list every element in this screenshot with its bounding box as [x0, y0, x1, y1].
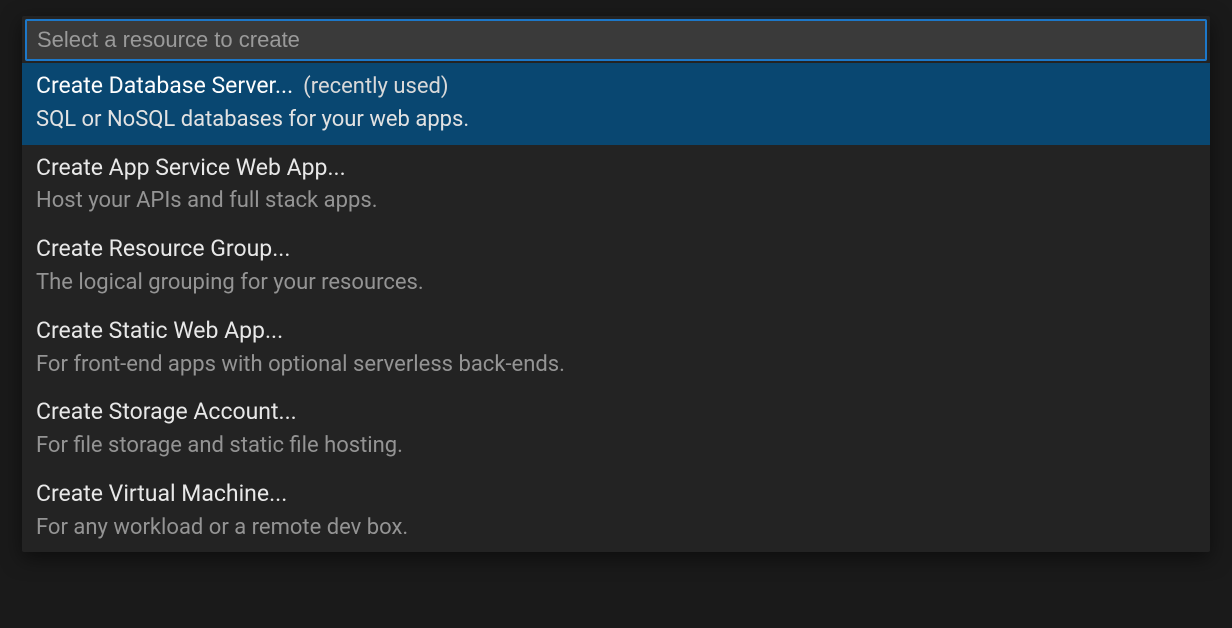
- option-description: The logical grouping for your resources.: [36, 268, 1196, 298]
- search-input[interactable]: [25, 19, 1207, 61]
- option-title-row: Create Virtual Machine...: [36, 479, 1196, 509]
- option-title: Create Storage Account...: [36, 397, 297, 427]
- option-create-static-web-app[interactable]: Create Static Web App... For front-end a…: [22, 308, 1210, 390]
- option-create-app-service-web-app[interactable]: Create App Service Web App... Host your …: [22, 145, 1210, 227]
- option-title-row: Create Static Web App...: [36, 316, 1196, 346]
- option-create-virtual-machine[interactable]: Create Virtual Machine... For any worklo…: [22, 471, 1210, 553]
- option-description: SQL or NoSQL databases for your web apps…: [36, 105, 1196, 135]
- option-title: Create App Service Web App...: [36, 153, 346, 183]
- option-title-row: Create Storage Account...: [36, 397, 1196, 427]
- option-create-database-server[interactable]: Create Database Server... (recently used…: [22, 63, 1210, 145]
- option-create-resource-group[interactable]: Create Resource Group... The logical gro…: [22, 226, 1210, 308]
- option-title: Create Database Server...: [36, 71, 293, 101]
- option-description: For front-end apps with optional serverl…: [36, 350, 1196, 380]
- option-description: For file storage and static file hosting…: [36, 431, 1196, 461]
- option-title-row: Create Database Server... (recently used…: [36, 71, 1196, 101]
- option-title: Create Static Web App...: [36, 316, 283, 346]
- options-list: Create Database Server... (recently used…: [22, 63, 1210, 552]
- option-title: Create Resource Group...: [36, 234, 290, 264]
- option-title-row: Create Resource Group...: [36, 234, 1196, 264]
- option-description: Host your APIs and full stack apps.: [36, 186, 1196, 216]
- quick-pick-panel: Create Database Server... (recently used…: [22, 16, 1210, 552]
- option-description: For any workload or a remote dev box.: [36, 513, 1196, 543]
- search-row: [22, 16, 1210, 63]
- option-badge: (recently used): [303, 74, 448, 99]
- option-create-storage-account[interactable]: Create Storage Account... For file stora…: [22, 389, 1210, 471]
- option-title-row: Create App Service Web App...: [36, 153, 1196, 183]
- option-title: Create Virtual Machine...: [36, 479, 287, 509]
